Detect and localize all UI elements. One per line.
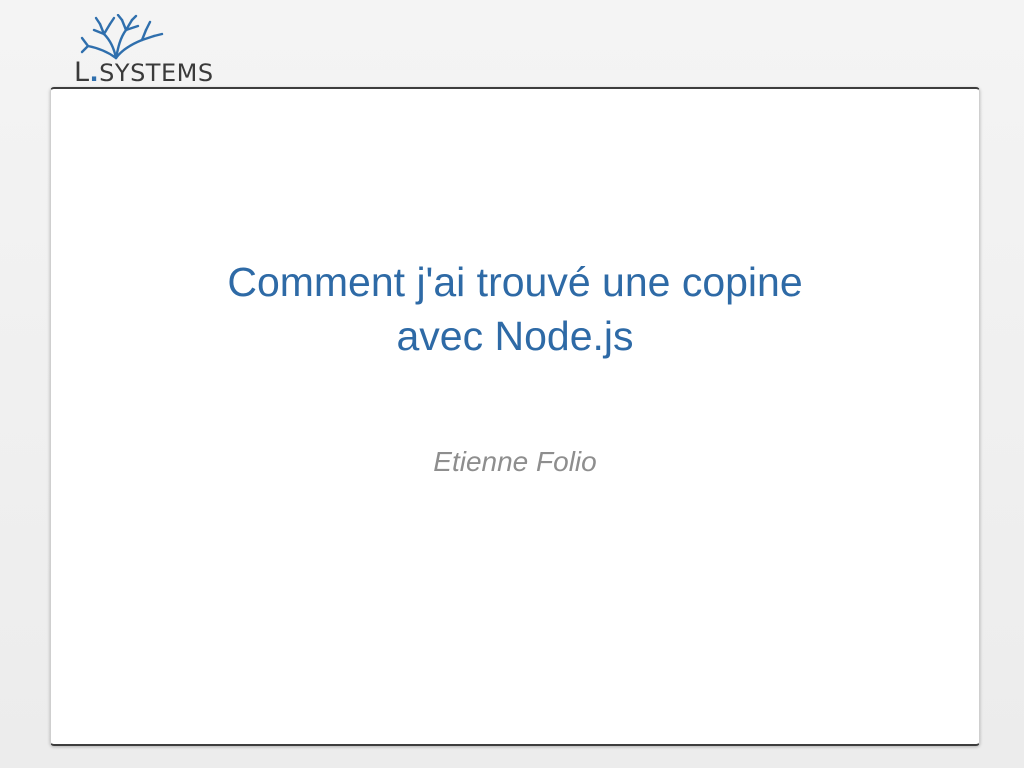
tree-icon xyxy=(80,14,164,60)
logo-letter-l: L xyxy=(74,57,90,88)
slide-author: Etienne Folio xyxy=(433,446,597,477)
logo-dot: . xyxy=(89,59,100,87)
slide-title: Comment j'ai trouvé une copine avec Node.… xyxy=(51,255,979,363)
company-logo: L.SYSTEMS xyxy=(60,14,220,88)
slide-title-line-1: Comment j'ai trouvé une copine xyxy=(227,259,803,305)
logo-wordmark: L.SYSTEMS xyxy=(74,57,214,88)
slide-panel: Comment j'ai trouvé une copine avec Node.… xyxy=(50,87,980,746)
logo-name: SYSTEMS xyxy=(99,59,214,87)
slide-title-line-2: avec Node.js xyxy=(396,313,634,359)
